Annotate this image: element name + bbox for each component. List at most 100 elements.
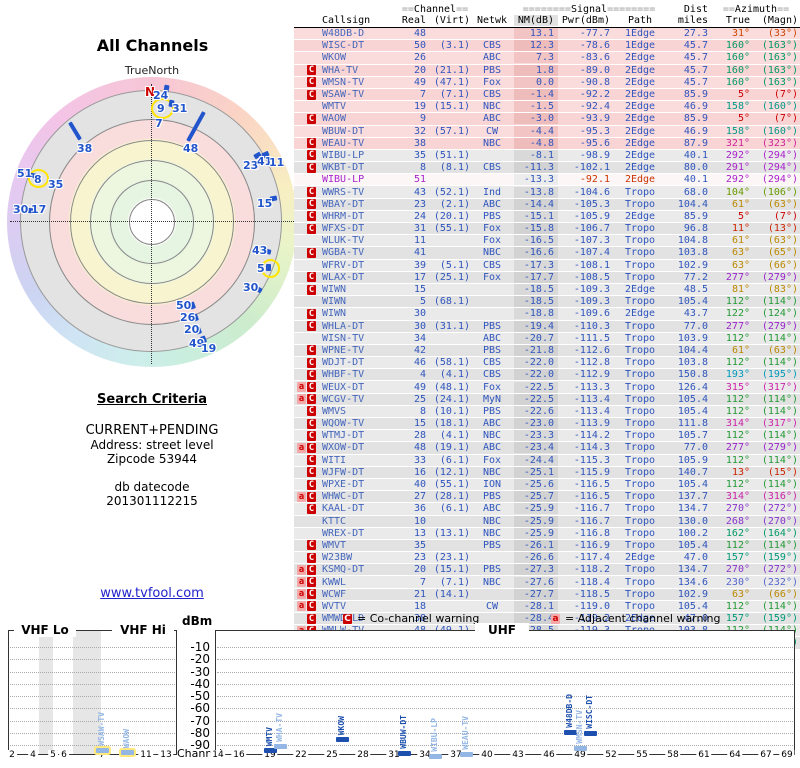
cell-azimuth-magn: (294°) — [761, 174, 798, 186]
cell-azimuth-magn: (163°) — [761, 52, 798, 64]
cell-path: Tropo — [624, 479, 656, 491]
cell-azimuth-true: 112° — [725, 479, 750, 491]
cell-path: 2Edge — [624, 64, 656, 76]
cell-callsign: WPXE-DT — [322, 479, 365, 491]
table-row: C WEAU-TV 38 NBC -4.8 -95.6 2Edge 87.9 321° (323°… — [294, 137, 800, 150]
cell-network: PBS — [482, 64, 502, 76]
cell-dist-miles: 103.8 — [677, 357, 708, 369]
cell-path: Tropo — [624, 369, 656, 381]
cell-network: ABC — [482, 198, 502, 210]
table-row: WISC-DT 50 (3.1) CBS 12.3 -78.6 1Edge 45.7 160° (… — [294, 40, 800, 53]
legend-co-text: = Co-channel warning — [357, 612, 480, 625]
dbm-gridline — [217, 659, 793, 661]
table-row: C WSAW-TV 7 (7.1) CBS -1.4 -92.2 2Edge 85.9 5° (7°… — [294, 88, 800, 102]
cell-nm-db: -25.6 — [514, 479, 558, 491]
cell-network: NBC — [482, 137, 502, 149]
dbm-gridline — [217, 671, 793, 673]
cell-dist-miles: 87.9 — [683, 137, 708, 149]
cell-callsign: WLUK-TV — [322, 235, 365, 247]
cell-path: Tropo — [624, 491, 656, 503]
cell-real-channel: 16 — [413, 466, 426, 478]
table-row: C WFXS-DT 31 (55.1) Fox -15.8 -106.7 Tropo 96.8 1… — [294, 223, 800, 236]
cell-nm-db: -1.4 — [514, 89, 558, 101]
cell-nm-db: -25.9 — [514, 527, 558, 539]
cell-azimuth-magn: (163°) — [761, 64, 798, 76]
co-channel-icon: C — [307, 369, 316, 380]
cell-azimuth-true: 321° — [725, 137, 750, 149]
cell-network: CBS — [482, 89, 502, 101]
table-row: C W23BW 23 (23.1) -26.6 -117.4 2Edge 47.0 157° (1… — [294, 552, 800, 565]
cell-network: ABC — [482, 503, 502, 515]
warning-markers: C — [294, 284, 316, 295]
uhf-channel-tick: 61 — [696, 750, 712, 760]
co-channel-icon: C — [307, 162, 316, 173]
cell-real-channel: 49 — [413, 381, 426, 393]
cell-virtual-channel: (18.1) — [433, 418, 470, 430]
dbm-gridline — [10, 659, 175, 661]
cell-network: Fox — [482, 235, 502, 247]
polar-channel-label: 48 — [183, 142, 199, 155]
vhf-panel — [8, 630, 177, 755]
warning-markers: aC — [294, 577, 316, 588]
table-body: W48DB-D 48 13.1 -77.7 1Edge 27.3 31° (33°) WISC-… — [294, 28, 800, 650]
cell-network: PBS — [482, 491, 502, 503]
cell-real-channel: 8 — [419, 405, 426, 417]
cell-virtual-channel: (6.1) — [439, 454, 470, 466]
signal-bar-label: WKOW — [337, 715, 346, 735]
dbm-gridline — [10, 683, 175, 685]
cell-callsign: WEAU-TV — [322, 137, 365, 149]
col-pwr: Pwr(dBm) — [561, 15, 610, 26]
signal-bar — [574, 746, 587, 751]
cell-pwr-dbm: -109.3 — [573, 296, 610, 308]
cell-real-channel: 43 — [413, 186, 426, 198]
cell-path: Tropo — [624, 430, 656, 442]
col-nm: NM(dB) — [514, 15, 558, 26]
table-row: a C WXOW-DT 48 (19.1) ABC -23.4 -114.3 Tropo 77.0… — [294, 442, 800, 455]
uhf-channel-tick: 28 — [355, 750, 371, 760]
cell-path: Tropo — [624, 405, 656, 417]
uhf-channel-tick: 16 — [231, 750, 247, 760]
cell-virtual-channel: (14.1) — [433, 588, 470, 600]
cell-nm-db: -26.6 — [514, 552, 558, 564]
cell-path: 1Edge — [624, 40, 656, 52]
table-row: WIWN 5 (68.1) -18.5 -109.3 Tropo 105.4 112° (114… — [294, 296, 800, 309]
cell-azimuth-magn: (114°) — [761, 430, 798, 442]
cell-network: ABC — [482, 52, 502, 64]
cell-dist-miles: 27.3 — [683, 28, 708, 40]
cell-dist-miles: 96.8 — [683, 223, 708, 235]
table-row: C WPXE-DT 40 (55.1) ION -25.6 -116.5 Tropo 105.4… — [294, 478, 800, 492]
cell-nm-db: -22.0 — [514, 369, 558, 381]
table-row: C WIBU-LP 35 (51.1) -8.1 -98.9 2Edge 40.1 292° (2… — [294, 149, 800, 163]
cell-callsign: W23BW — [322, 552, 353, 564]
cell-callsign: WHBF-TV — [322, 369, 365, 381]
cell-pwr-dbm: -92.4 — [579, 101, 610, 113]
tvfool-link[interactable]: www.tvfool.com — [100, 586, 204, 601]
cell-pwr-dbm: -116.5 — [573, 491, 610, 503]
table-row: C WHA-TV 20 (21.1) PBS 1.8 -89.0 2Edge 45.7 160° (… — [294, 64, 800, 77]
co-channel-icon: C — [307, 345, 316, 356]
cell-pwr-dbm: -95.6 — [579, 137, 610, 149]
cell-pwr-dbm: -112.8 — [573, 357, 610, 369]
uhf-channel-tick: 14 — [210, 750, 226, 760]
cell-azimuth-magn: (279°) — [761, 271, 798, 283]
cell-callsign: WISN-TV — [322, 332, 365, 344]
table-row: C WWRS-TV 43 (52.1) Ind -13.8 -104.6 Tropo 68.0 1… — [294, 186, 800, 199]
table-row: C WLAX-DT 17 (25.1) Fox -17.7 -108.5 Tropo 77.2 2… — [294, 271, 800, 284]
warning-markers: C — [294, 65, 316, 76]
adjacent-channel-icon: a — [551, 613, 560, 624]
warning-markers: C — [294, 150, 316, 161]
signal-bar-label: WIBU-LP — [430, 718, 439, 752]
cell-network: Fox — [482, 381, 502, 393]
cell-pwr-dbm: -108.5 — [573, 271, 610, 283]
vhf-channel-tick: 2 — [7, 750, 17, 760]
warning-markers: C — [294, 345, 316, 356]
cell-network: PBS — [482, 564, 502, 576]
cell-azimuth-magn: (114°) — [761, 357, 798, 369]
cell-dist-miles: 105.4 — [677, 539, 708, 551]
cell-virtual-channel: (25.1) — [433, 271, 470, 283]
cell-azimuth-magn: (160°) — [761, 125, 798, 137]
cell-path: Tropo — [624, 527, 656, 539]
cell-pwr-dbm: -116.7 — [573, 515, 610, 527]
warning-markers: aC — [294, 491, 316, 502]
vhf-channel-tick: 13 — [158, 750, 174, 760]
